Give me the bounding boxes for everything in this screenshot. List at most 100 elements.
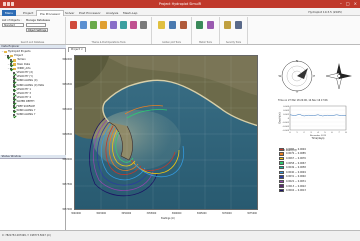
map-y-tick: 3659500 (62, 83, 72, 86)
metoil-run-icon[interactable] (207, 21, 214, 29)
minimize-icon[interactable]: – (340, 1, 342, 6)
ts-x-tick: 5 (324, 132, 326, 134)
list-of-objects-select[interactable]: Standard (2, 23, 24, 27)
svg-text:W: W (279, 74, 282, 78)
ribbon-group-caption: Golden plot Tools (162, 40, 181, 44)
vector-tool-icon[interactable] (100, 21, 107, 29)
ribbon: List of Objects : Standard Manage Databa… (0, 16, 360, 45)
ts-x-tick: 0 (289, 132, 291, 134)
status-bar: X: 7821752.297499, Y: 198773.5047 (m) (0, 230, 360, 241)
tree-checkbox[interactable] (12, 113, 16, 117)
legend-swatch (279, 179, 284, 184)
ribbon-group-golden: Golden plot Tools (152, 17, 192, 44)
golden-plot-icon[interactable] (158, 21, 165, 29)
left-panel: Data Explorer − Hydroplot Projects − Projec… (0, 45, 66, 230)
series-tool-icon[interactable] (120, 21, 127, 29)
contour-tool-icon[interactable] (90, 21, 97, 29)
tree-checkbox[interactable] (6, 54, 10, 58)
ts-x-tick: 8 (345, 132, 347, 134)
tree-checkbox[interactable] (12, 84, 16, 87)
window-controls[interactable]: – □ × (340, 1, 357, 6)
legend-swatch (279, 188, 284, 193)
folder-icon (13, 67, 17, 71)
sediment-plume (93, 110, 181, 170)
time-caption: Time on 27 Mar 18 24:00, 14 Nov 16 17:06 (278, 99, 328, 102)
legend-swatch (279, 184, 284, 188)
map-x-tick: 3060000 (171, 211, 182, 215)
list-of-objects-label: List of Objects : (2, 19, 22, 22)
profile-tool-icon[interactable] (110, 21, 117, 29)
legend-label: 0.0067 — 0.0076 (286, 156, 306, 160)
map-y-tick: 3659000 (62, 108, 72, 111)
ribbon-group-theme: Theme & Post Operations Tools (66, 17, 152, 44)
tree-checkbox[interactable] (9, 63, 13, 66)
tree-checkbox[interactable] (12, 92, 16, 96)
map-x-tick: 3050000 (121, 211, 132, 215)
folder-icon (10, 55, 14, 58)
ts-y-tick: 0.002 (283, 110, 289, 112)
svg-text:N: N (296, 59, 298, 63)
ts-y-tick: 0.003 (283, 106, 289, 108)
legend-label: 0.0031 — 0.0040 (286, 175, 306, 179)
title-bar: Project Hydroplot SimulR – □ × (0, 0, 360, 8)
map-y-tick: 3660000 (62, 58, 72, 61)
map-x-tick: 3055000 (146, 211, 157, 215)
menu-bar: Menu Project Pre Processor Solver Post P… (0, 8, 360, 16)
map-x-tick: 3070000 (221, 211, 232, 215)
tree-item[interactable]: WIND ALONG Y (11, 113, 35, 117)
ts-x-tick: 4 (317, 132, 319, 134)
map-x-tick: 3040000 (71, 211, 81, 215)
time-series-chart[interactable]: 0.0030.0020.0010-0.001-0.002-0.0030 1 2 3 4 5… (278, 103, 350, 141)
legend-item: 0.0004 — 0.0013 (279, 188, 306, 193)
tree-checkbox[interactable] (9, 67, 13, 71)
tree-checkbox[interactable] (12, 105, 16, 108)
legend-label: 0.0013 — 0.0022 (286, 184, 306, 188)
ribbon-group-search: List of Objects : Standard Manage Databa… (0, 17, 66, 44)
golden-grid-icon[interactable] (169, 21, 176, 29)
ts-x-label: Time(days) (312, 137, 325, 140)
theme-tool-icon[interactable] (70, 21, 77, 29)
ribbon-group-caption: Metoil Tools (199, 40, 212, 44)
legend-label: 0.0004 — 0.0013 (286, 189, 306, 193)
golden-map-icon[interactable] (180, 21, 187, 29)
tree-checkbox[interactable] (12, 96, 16, 100)
map-canvas[interactable] (74, 55, 258, 210)
right-panel: N S E W Time on 27 Mar 18 24:00, 14 Nov … (278, 57, 360, 227)
maximize-icon[interactable]: □ (346, 1, 350, 6)
export-tool-icon[interactable] (140, 21, 147, 29)
metoil-icon[interactable] (196, 21, 203, 29)
tab-project-document[interactable]: Project × (68, 47, 86, 52)
tree-checkbox[interactable] (12, 88, 16, 92)
version-label: Hydroplot 10.3.5 (2025) (308, 10, 342, 14)
ts-x-tick: 1 (296, 132, 298, 134)
legend-swatch (279, 161, 284, 165)
manage-databases-select[interactable] (26, 23, 46, 27)
data-explorer-header: Data Explorer (0, 45, 66, 49)
tree-checkbox[interactable] (12, 101, 16, 104)
tree-checkbox[interactable] (12, 80, 16, 83)
object-settings-button[interactable]: Object Settings (26, 28, 48, 32)
key-icon[interactable] (235, 21, 242, 29)
ts-x-tick: 6 (331, 132, 333, 134)
legend-swatch (279, 175, 284, 179)
window-title: Project Hydroplot SimulR (158, 1, 202, 6)
lock-icon[interactable] (224, 21, 231, 29)
legend-swatch (279, 152, 284, 156)
legend-label: 0.0040 — 0.0049 (286, 170, 306, 174)
tree-checkbox[interactable] (12, 71, 16, 75)
folder-icon (13, 63, 17, 66)
folder-icon (3, 50, 7, 54)
legend-label: 0.0022 — 0.0031 (286, 179, 306, 183)
ribbon-group-metoil: Metoil Tools (192, 17, 220, 44)
ts-y-tick: -0.001 (283, 122, 290, 124)
close-icon[interactable]: × (354, 1, 357, 6)
ts-y-tick: 0 (288, 118, 290, 120)
animate-tool-icon[interactable] (130, 21, 137, 29)
tree-checkbox[interactable] (9, 59, 13, 62)
tree-checkbox[interactable] (12, 75, 16, 79)
layer-tool-icon[interactable] (80, 21, 87, 29)
map-x-label: Eastings (m) (161, 217, 175, 220)
ts-y-label: Depth(m) (279, 112, 282, 123)
legend-swatch (279, 147, 284, 151)
tree-checkbox[interactable] (12, 109, 16, 113)
